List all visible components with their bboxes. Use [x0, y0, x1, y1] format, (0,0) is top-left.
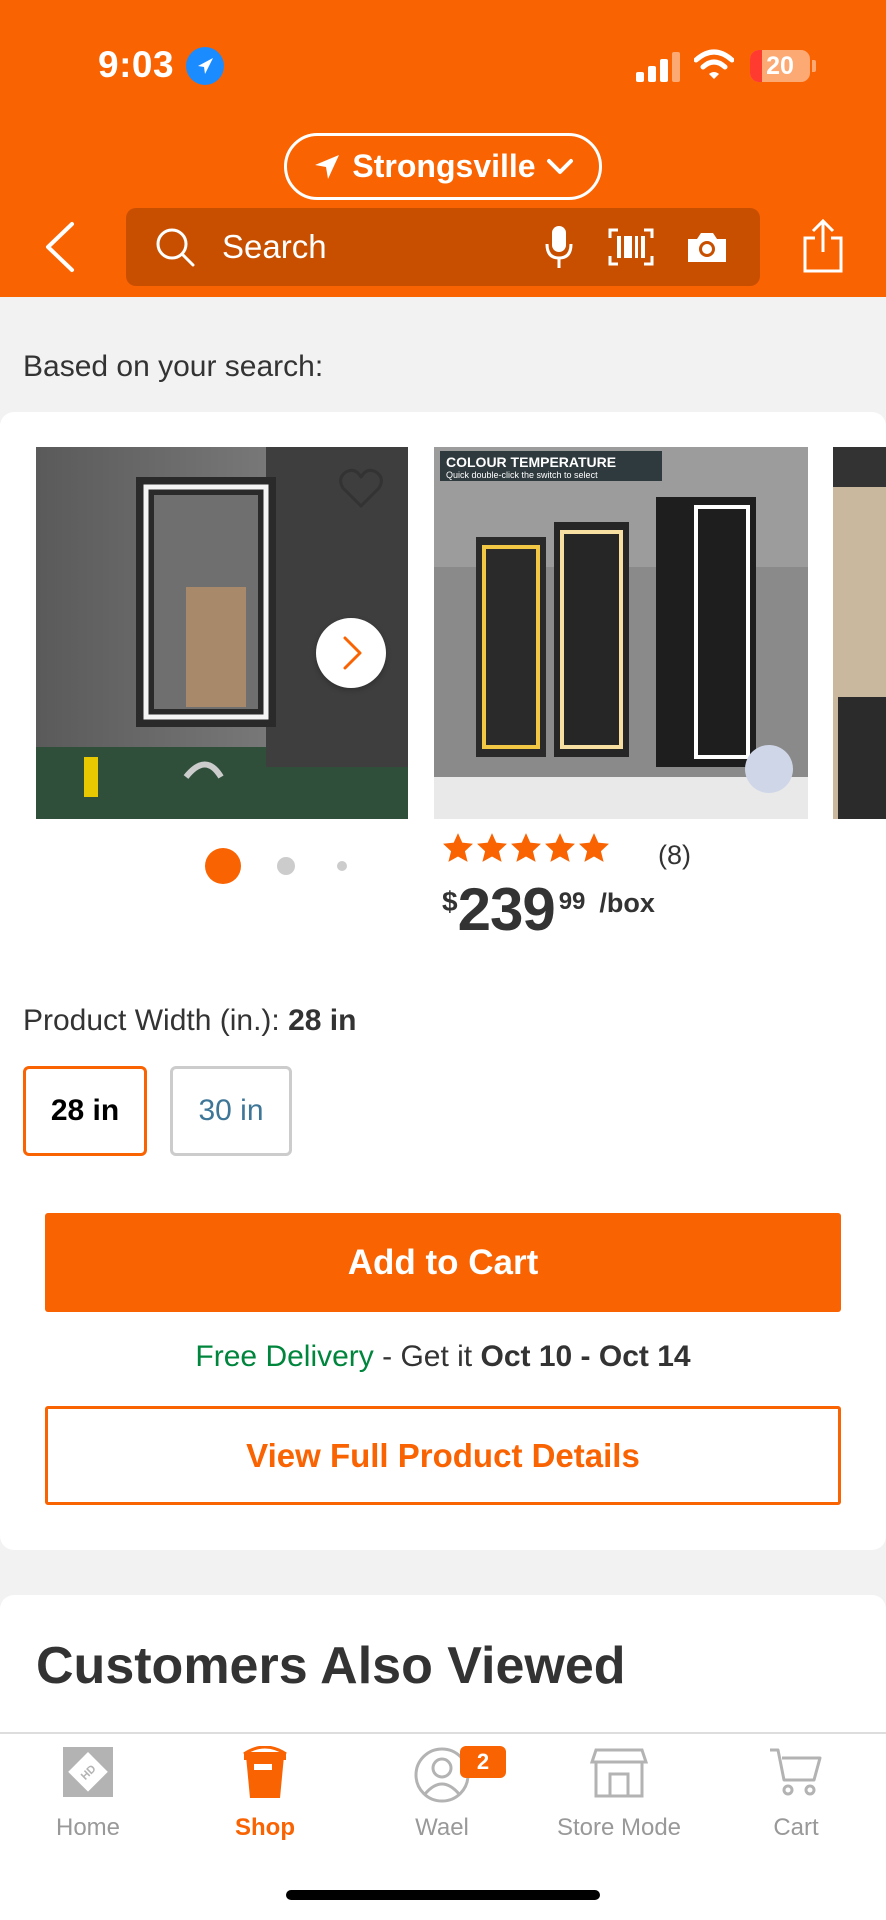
chevron-left-icon — [46, 222, 74, 272]
back-button[interactable] — [40, 220, 80, 274]
search-input[interactable]: Search — [222, 228, 327, 266]
delivery-dates: Oct 10 - Oct 14 — [480, 1340, 691, 1373]
carousel-dot[interactable] — [337, 861, 347, 871]
microphone-icon[interactable] — [544, 224, 574, 270]
location-services-icon — [186, 47, 224, 85]
nav-store-mode-label: Store Mode — [556, 1814, 682, 1841]
nav-cart[interactable]: Cart — [721, 1746, 871, 1846]
price-unit: /box — [599, 888, 655, 918]
price-dollars: 239 — [457, 876, 556, 943]
home-indicator — [286, 1890, 600, 1900]
carousel-indicator — [205, 848, 355, 884]
star-icon — [545, 833, 575, 862]
share-button[interactable] — [800, 218, 846, 274]
star-rating — [442, 832, 610, 864]
carousel-dot[interactable] — [205, 848, 241, 884]
product-price: $ 239 99 /box — [442, 876, 655, 944]
cellular-signal-icon — [636, 52, 680, 82]
review-count[interactable]: (8) — [658, 840, 691, 871]
cart-icon — [770, 1748, 822, 1796]
store-selector[interactable]: Strongsville — [284, 133, 602, 200]
image-subheading: Quick double-click the switch to select — [446, 470, 598, 480]
nav-shop[interactable]: Shop — [190, 1746, 340, 1846]
chevron-right-icon — [343, 636, 362, 670]
battery-tip — [812, 60, 816, 72]
star-icon — [579, 833, 609, 862]
nav-shop-label: Shop — [235, 1814, 295, 1841]
delivery-middle-text: - Get it — [373, 1340, 481, 1373]
star-icon — [511, 833, 541, 862]
battery-indicator: 20 — [750, 50, 810, 82]
star-icon — [443, 833, 473, 862]
heart-icon[interactable] — [338, 468, 384, 510]
store-name: Strongsville — [352, 148, 536, 184]
nav-home-label: Home — [55, 1814, 121, 1841]
camera-icon[interactable] — [686, 230, 728, 264]
nav-home[interactable]: HD Home — [13, 1746, 163, 1846]
add-to-cart-button[interactable]: Add to Cart — [45, 1213, 841, 1312]
product-image-secondary[interactable]: COLOUR TEMPERATURE Quick double-click th… — [434, 447, 808, 819]
chevron-down-icon — [546, 158, 573, 174]
search-bar[interactable]: Search — [126, 208, 760, 286]
carousel-next-button[interactable] — [316, 618, 386, 688]
home-depot-logo-icon: HD — [63, 1747, 113, 1797]
width-option-30[interactable]: 30 in — [170, 1066, 292, 1156]
search-icon — [156, 228, 195, 267]
nav-account-label: Wael — [415, 1814, 469, 1841]
width-label-text: Product Width (in.): — [23, 1004, 289, 1037]
image-heading: COLOUR TEMPERATURE — [446, 454, 616, 470]
product-width-label: Product Width (in.): 28 in — [23, 1004, 356, 1038]
section-label: Based on your search: — [23, 350, 324, 383]
delivery-info: Free Delivery - Get it Oct 10 - Oct 14 — [0, 1340, 886, 1374]
nav-store-mode[interactable]: Store Mode — [544, 1746, 694, 1846]
battery-level: 20 — [766, 52, 794, 80]
status-time: 9:03 — [98, 44, 175, 85]
bucket-icon — [243, 1746, 287, 1798]
carousel-dot[interactable] — [277, 857, 295, 875]
star-icon — [477, 833, 507, 862]
wifi-icon — [693, 48, 735, 82]
barcode-scan-icon[interactable] — [608, 228, 654, 266]
price-currency: $ — [442, 886, 458, 917]
navigation-arrow-icon — [315, 154, 340, 179]
width-option-28[interactable]: 28 in — [23, 1066, 147, 1156]
share-icon — [803, 218, 843, 273]
nav-cart-label: Cart — [773, 1814, 819, 1841]
free-delivery-label: Free Delivery — [195, 1340, 374, 1373]
account-notification-badge: 2 — [460, 1746, 506, 1778]
store-icon — [590, 1748, 648, 1798]
width-selected-value: 28 in — [288, 1004, 357, 1037]
view-full-details-button[interactable]: View Full Product Details — [45, 1406, 841, 1505]
customers-also-viewed-title: Customers Also Viewed — [36, 1637, 626, 1695]
product-image-tertiary[interactable] — [833, 447, 886, 819]
price-cents: 99 — [558, 888, 586, 915]
